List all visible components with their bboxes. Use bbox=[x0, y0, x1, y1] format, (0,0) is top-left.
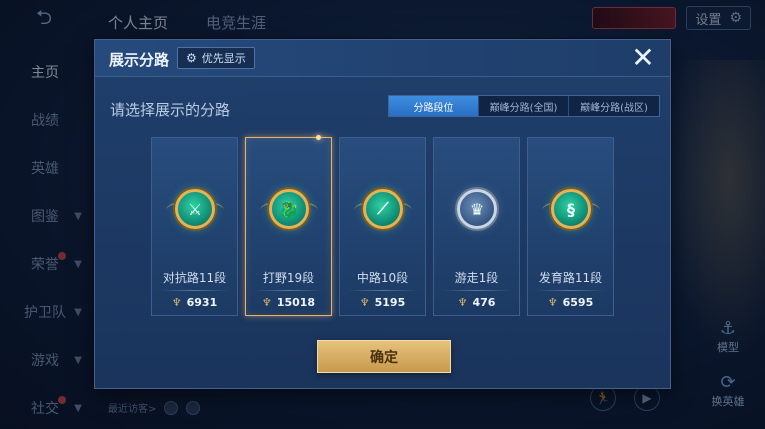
route-score: ♆ 6931 bbox=[152, 296, 237, 309]
tab-peak-route-national[interactable]: 巅峰分路(全国) bbox=[479, 96, 569, 116]
route-score: ♆ 15018 bbox=[246, 296, 331, 309]
slash-blade-icon: ⟋ bbox=[363, 189, 403, 229]
confirm-button[interactable]: 确定 bbox=[317, 340, 451, 373]
divider bbox=[442, 290, 511, 291]
route-card-farm-lane[interactable]: § 发育路11段 ♆ 6595 bbox=[527, 137, 614, 316]
route-card-mid-lane[interactable]: ⟋ 中路10段 ♆ 5195 bbox=[339, 137, 426, 316]
crossed-swords-icon: ⚔ bbox=[175, 189, 215, 229]
score-value: 476 bbox=[472, 296, 496, 309]
route-name: 中路10段 bbox=[356, 271, 409, 285]
route-card-clash-lane[interactable]: ⚔ 对抗路11段 ♆ 6931 bbox=[151, 137, 238, 316]
modal-header: 展示分路 ⚙ 优先显示 ✕ bbox=[95, 40, 670, 77]
score-value: 15018 bbox=[276, 296, 316, 309]
section-label: 请选择展示的分路 bbox=[110, 101, 231, 119]
dragon-icon: 🐉 bbox=[269, 189, 309, 229]
route-type-tabs: 分路段位 巅峰分路(全国) 巅峰分路(战区) bbox=[388, 95, 660, 117]
divider bbox=[160, 290, 229, 291]
arrow-s-icon: § bbox=[551, 189, 591, 229]
route-card-roam[interactable]: ♛ 游走1段 ♆ 476 bbox=[433, 137, 520, 316]
score-value: 6931 bbox=[186, 296, 218, 309]
fire-score-icon: ♆ bbox=[171, 296, 182, 309]
fire-score-icon: ♆ bbox=[261, 296, 272, 309]
route-score: ♆ 476 bbox=[434, 296, 519, 309]
fire-score-icon: ♆ bbox=[457, 296, 468, 309]
route-cards: ⚔ 对抗路11段 ♆ 6931 🐉 打野19段 ♆ 15018 ⟋ 中路10段 bbox=[151, 135, 614, 316]
route-name: 打野19段 bbox=[262, 271, 315, 285]
score-value: 5195 bbox=[374, 296, 406, 309]
winged-shield-icon: ♛ bbox=[457, 189, 497, 229]
route-name: 发育路11段 bbox=[538, 271, 603, 285]
priority-display-button[interactable]: ⚙ 优先显示 bbox=[177, 47, 255, 69]
tab-route-rank[interactable]: 分路段位 bbox=[389, 96, 479, 116]
route-name: 对抗路11段 bbox=[162, 271, 227, 285]
route-name: 游走1段 bbox=[454, 271, 499, 285]
divider bbox=[254, 290, 323, 291]
route-score: ♆ 5195 bbox=[340, 296, 425, 309]
divider bbox=[536, 290, 605, 291]
score-value: 6595 bbox=[562, 296, 594, 309]
route-display-modal: 展示分路 ⚙ 优先显示 ✕ 请选择展示的分路 分路段位 巅峰分路(全国) 巅峰分… bbox=[94, 39, 671, 389]
modal-title: 展示分路 bbox=[109, 51, 170, 69]
gear-icon: ⚙ bbox=[186, 51, 197, 65]
close-button[interactable]: ✕ bbox=[628, 43, 658, 73]
divider bbox=[348, 290, 417, 291]
priority-display-label: 优先显示 bbox=[201, 52, 246, 65]
tab-peak-route-region[interactable]: 巅峰分路(战区) bbox=[569, 96, 659, 116]
fire-score-icon: ♆ bbox=[359, 296, 370, 309]
fire-score-icon: ♆ bbox=[547, 296, 558, 309]
route-card-jungle[interactable]: 🐉 打野19段 ♆ 15018 bbox=[245, 135, 332, 316]
route-score: ♆ 6595 bbox=[528, 296, 613, 309]
